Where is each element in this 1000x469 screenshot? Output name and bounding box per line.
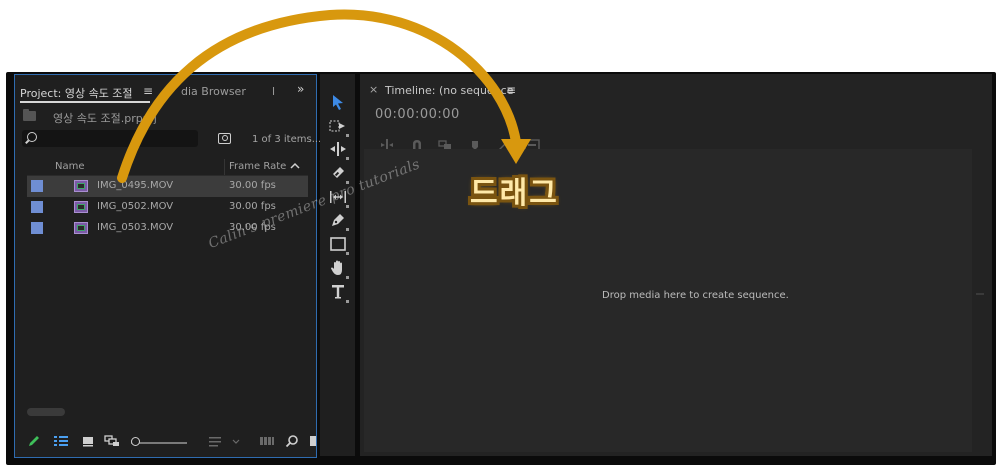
timeline-panel: × Timeline: (no sequence ≡ 00:00:00:00 D…: [360, 74, 992, 456]
tab-project[interactable]: Project: 영상 속도 조절: [20, 85, 133, 101]
tools-panel: [320, 74, 355, 456]
project-path: 영상 속도 조절.prproj: [21, 108, 311, 126]
project-file-name: 영상 속도 조절.prproj: [53, 112, 157, 125]
tab-overflow-icon[interactable]: »: [297, 82, 304, 96]
active-tab-underline: [20, 101, 150, 103]
panel-menu-icon[interactable]: ≡: [506, 83, 516, 97]
clip-frame-rate: 30.00 fps: [229, 201, 276, 212]
ripple-edit-tool-icon[interactable]: [329, 140, 349, 160]
item-count: 1 of 3 items...: [252, 134, 322, 145]
find-icon[interactable]: [285, 434, 299, 448]
list-view-icon[interactable]: [53, 434, 69, 448]
video-clip-icon: [74, 201, 88, 213]
pencil-icon[interactable]: [27, 434, 41, 448]
close-icon[interactable]: ×: [369, 83, 378, 96]
automate-to-sequence-icon[interactable]: [259, 434, 275, 448]
type-tool-icon[interactable]: [329, 283, 349, 303]
selection-tool-icon[interactable]: [329, 93, 347, 111]
sort-icons-icon[interactable]: [208, 434, 222, 448]
chevron-down-icon[interactable]: [231, 434, 241, 448]
pen-tool-icon[interactable]: [329, 211, 349, 231]
label-color-swatch[interactable]: [31, 222, 43, 234]
clip-name: IMG_0502.MOV: [97, 201, 174, 212]
horizontal-scrollbar[interactable]: [27, 408, 65, 416]
drop-media-message: Drop media here to create sequence.: [602, 290, 789, 301]
label-color-swatch[interactable]: [31, 201, 43, 213]
column-frame-rate-header[interactable]: Frame Rate: [229, 161, 286, 172]
panel-menu-icon[interactable]: ≡: [143, 84, 153, 98]
hand-tool-icon[interactable]: [329, 259, 349, 279]
sort-ascending-icon[interactable]: [290, 162, 300, 169]
icon-view-icon[interactable]: [81, 434, 95, 448]
project-panel-tabs: Project: 영상 속도 조절 ≡ dia Browser l »: [15, 75, 316, 105]
razor-tool-icon[interactable]: [329, 164, 349, 184]
track-select-tool-icon[interactable]: [329, 117, 349, 137]
search-input[interactable]: [22, 130, 198, 147]
project-panel: Project: 영상 속도 조절 ≡ dia Browser l » 영상 속…: [14, 74, 321, 458]
video-clip-icon: [74, 222, 88, 234]
timeline-track-area[interactable]: Drop media here to create sequence.: [364, 149, 972, 452]
playhead-timecode[interactable]: 00:00:00:00: [375, 107, 460, 122]
zoom-slider-handle[interactable]: [131, 437, 140, 446]
project-bottom-toolbar: [15, 431, 316, 453]
freeform-view-icon[interactable]: [104, 434, 120, 448]
trash-icon[interactable]: [310, 434, 316, 448]
column-divider[interactable]: [224, 159, 225, 175]
video-clip-icon: [74, 180, 88, 192]
premiere-window: Project: 영상 속도 조절 ≡ dia Browser l » 영상 속…: [6, 72, 996, 465]
timeline-tab[interactable]: Timeline: (no sequence: [385, 84, 513, 97]
column-name-header[interactable]: Name: [55, 161, 85, 172]
rectangle-tool-icon[interactable]: [329, 235, 349, 255]
tab-media-browser[interactable]: dia Browser: [181, 85, 246, 98]
list-header: Name Frame Rate: [27, 159, 308, 176]
folder-icon: [23, 109, 36, 121]
table-row[interactable]: IMG_0495.MOV 30.00 fps: [27, 176, 308, 197]
clip-name: IMG_0495.MOV: [97, 180, 174, 191]
clip-name: IMG_0503.MOV: [97, 222, 174, 233]
drag-annotation-label: 드래그: [470, 176, 559, 211]
vertical-scrollbar[interactable]: [976, 293, 984, 295]
new-search-bin-icon[interactable]: [218, 133, 231, 144]
search-icon: [27, 132, 37, 142]
tab-libraries[interactable]: l: [272, 85, 275, 98]
label-color-swatch[interactable]: [31, 180, 43, 192]
clip-frame-rate: 30.00 fps: [229, 180, 276, 191]
